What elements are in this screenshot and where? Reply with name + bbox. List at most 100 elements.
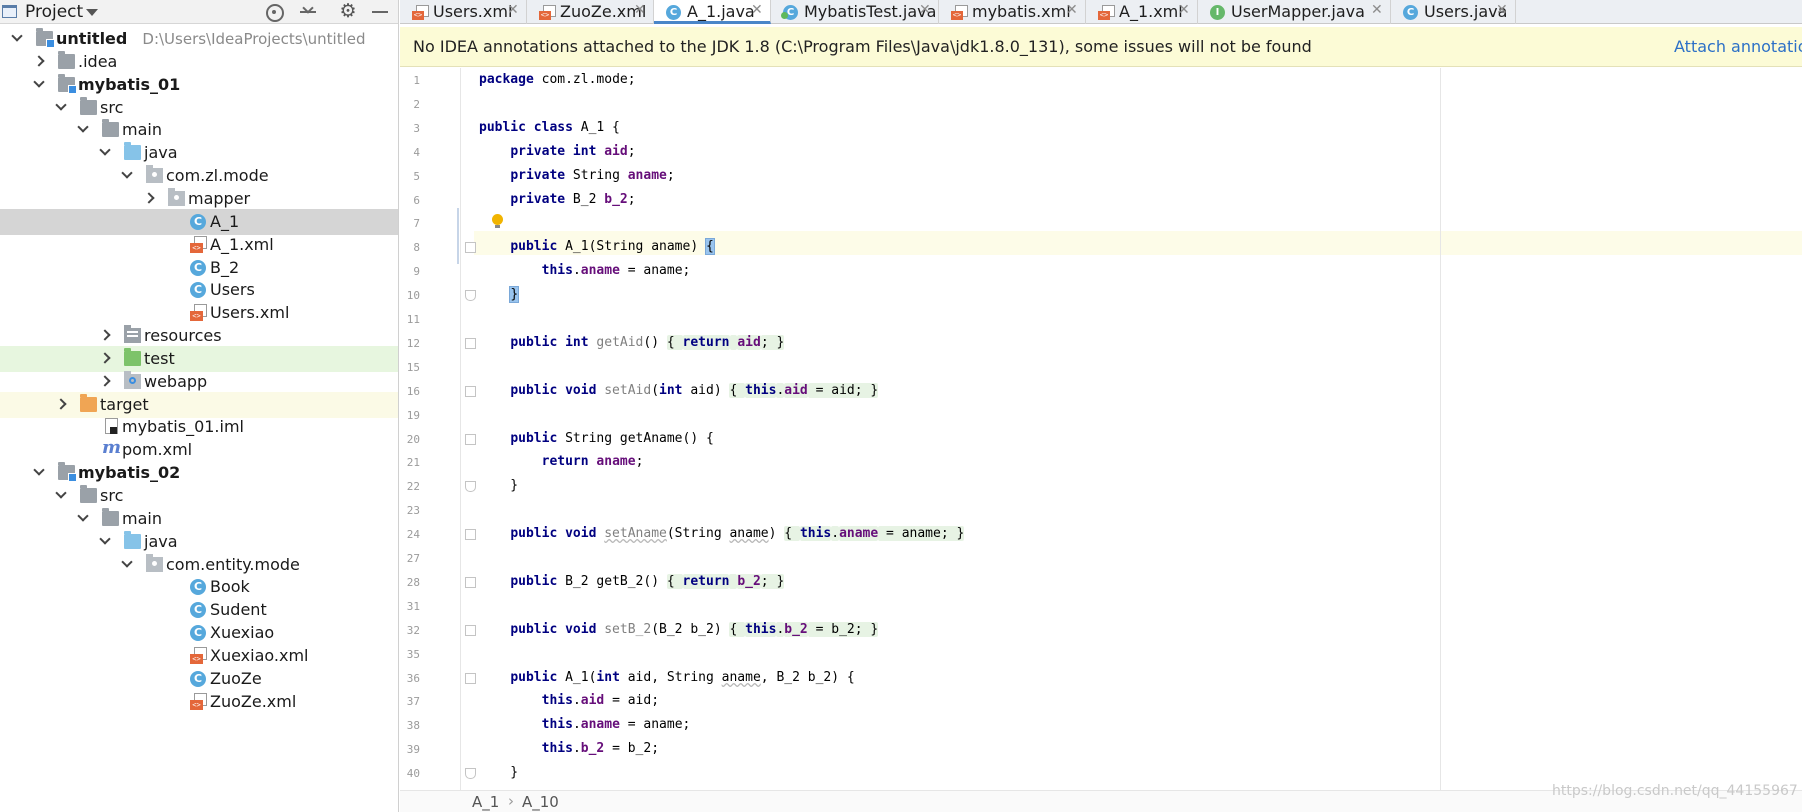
chevron-right-icon[interactable] (33, 55, 45, 67)
close-icon[interactable]: ✕ (1496, 2, 1508, 18)
locate-file-icon[interactable] (264, 2, 284, 22)
code-line: public void setAname(String aname) { thi… (510, 526, 965, 541)
line-number: 19 (406, 409, 420, 422)
tree-item-zuoze-xml[interactable]: ZuoZe.xml (0, 689, 398, 715)
module-folder-icon (36, 28, 55, 48)
close-icon[interactable]: ✕ (507, 2, 519, 18)
line-number: 16 (406, 385, 420, 398)
fold-toggle-icon[interactable] (465, 673, 476, 684)
code-line: this.aid = aid; (541, 693, 660, 708)
chevron-down-icon[interactable] (55, 99, 67, 111)
breadcrumb-item-member[interactable]: A_10 (522, 793, 559, 811)
tab-users-xml[interactable]: Users.xml✕ (400, 0, 527, 24)
chevron-right-icon[interactable] (55, 398, 67, 410)
intention-bulb-icon[interactable] (492, 214, 503, 228)
chevron-down-icon[interactable] (121, 556, 133, 568)
tab-label: A_1.xml (1119, 2, 1183, 21)
class-icon: C (190, 260, 206, 276)
tab-label: mybatis.xml (972, 2, 1071, 21)
close-icon[interactable]: ✕ (634, 2, 646, 18)
line-number: 12 (406, 337, 420, 350)
project-view-selector[interactable]: Project (25, 2, 83, 22)
code-line: public class A_1 { (479, 120, 620, 135)
line-number: 23 (406, 504, 420, 517)
chevron-right-icon[interactable] (99, 352, 111, 364)
breadcrumb-separator-icon: › (508, 792, 514, 810)
tab-usermapper-java[interactable]: I UserMapper.java ✕ (1198, 0, 1391, 24)
code-line: } (479, 478, 519, 493)
tab-users-java[interactable]: C Users.java ✕ (1391, 0, 1516, 24)
xml-file-icon (190, 304, 207, 321)
line-number: 21 (406, 456, 420, 469)
fold-toggle-icon[interactable] (465, 625, 476, 636)
line-number: 7 (413, 217, 420, 230)
line-number: 9 (413, 265, 420, 278)
tab-mybatis-xml[interactable]: mybatis.xml✕ (939, 0, 1086, 24)
tab-a-1-xml[interactable]: A_1.xml✕ (1086, 0, 1198, 24)
code-line: public void setB_2(B_2 b_2) { this.b_2 =… (510, 622, 879, 637)
xml-file-icon (190, 693, 207, 710)
code-line: public B_2 getB_2() { return b_2; } (510, 574, 785, 589)
line-number: 3 (413, 122, 420, 135)
close-icon[interactable]: ✕ (1178, 2, 1190, 18)
folder-icon (80, 485, 97, 503)
chevron-down-icon[interactable] (33, 464, 45, 476)
hide-panel-icon[interactable] (370, 2, 390, 22)
close-icon[interactable]: ✕ (1371, 2, 1383, 18)
tab-a-1-java[interactable]: C A_1.java ✕ (654, 0, 771, 24)
fold-toggle-icon[interactable] (465, 577, 476, 588)
tree-item-label: main (122, 120, 162, 139)
chevron-down-icon[interactable] (99, 533, 111, 545)
fold-toggle-icon[interactable] (465, 768, 476, 779)
tree-item-label: A_1 (210, 212, 240, 231)
close-icon[interactable]: ✕ (1066, 2, 1078, 18)
fold-toggle-icon[interactable] (465, 529, 476, 540)
tab-mybatistest-java[interactable]: C MybatisTest.java ✕ (771, 0, 939, 24)
line-number: 8 (413, 241, 420, 254)
fold-toggle-icon[interactable] (465, 481, 476, 492)
fold-toggle-icon[interactable] (465, 434, 476, 445)
chevron-down-icon[interactable] (121, 167, 133, 179)
fold-toggle-icon[interactable] (465, 290, 476, 301)
chevron-right-icon[interactable] (143, 192, 155, 204)
test-class-icon: C (781, 5, 798, 20)
chevron-right-icon[interactable] (99, 375, 111, 387)
chevron-down-icon[interactable] (33, 76, 45, 88)
attach-annotations-link[interactable]: Attach annotation (1674, 37, 1802, 56)
xml-file-icon (412, 5, 429, 20)
excluded-folder-icon (80, 394, 97, 412)
line-number-gutter[interactable]: 1 2 3 4 5 6 7 8 9 10 11 12 15 16 19 20 21 22 23 24 27 28 31 32 3… (400, 68, 474, 790)
tab-label: A_1.java (687, 2, 755, 21)
tree-item-label: src (100, 486, 124, 505)
chevron-down-icon[interactable] (99, 144, 111, 156)
fold-toggle-icon[interactable] (465, 242, 476, 253)
chevron-down-icon[interactable] (86, 9, 98, 16)
line-number: 36 (406, 672, 420, 685)
right-margin-guide (1440, 68, 1441, 790)
collapse-all-icon[interactable] (298, 2, 318, 22)
code-line: } (479, 765, 519, 780)
chevron-down-icon[interactable] (77, 121, 89, 133)
package-icon (168, 188, 185, 206)
line-number: 5 (413, 170, 420, 183)
code-line: private String aname; (510, 168, 675, 183)
xml-file-icon (539, 5, 556, 20)
tab-label: MybatisTest.java (804, 2, 937, 21)
chevron-down-icon[interactable] (55, 487, 67, 499)
tab-zuoze-xml[interactable]: ZuoZe.xml✕ (527, 0, 654, 24)
code-editor[interactable]: 1 2 3 4 5 6 7 8 9 10 11 12 15 16 19 20 21 22 23 24 27 28 31 32 3… (400, 68, 1802, 790)
fold-toggle-icon[interactable] (465, 338, 476, 349)
close-icon[interactable]: ✕ (919, 2, 931, 18)
breadcrumb-item-class[interactable]: A_1 (472, 793, 499, 811)
chevron-right-icon[interactable] (99, 329, 111, 341)
fold-toggle-icon[interactable] (465, 386, 476, 397)
line-number: 11 (406, 313, 420, 326)
close-icon[interactable]: ✕ (751, 2, 763, 18)
gear-icon[interactable]: ⚙ (338, 0, 358, 22)
chevron-down-icon[interactable] (11, 30, 23, 42)
fold-column (460, 68, 461, 790)
code-line: this.aname = aname; (541, 717, 691, 732)
vcs-change-marker[interactable] (457, 208, 459, 264)
xml-file-icon (951, 5, 968, 20)
chevron-down-icon[interactable] (77, 510, 89, 522)
